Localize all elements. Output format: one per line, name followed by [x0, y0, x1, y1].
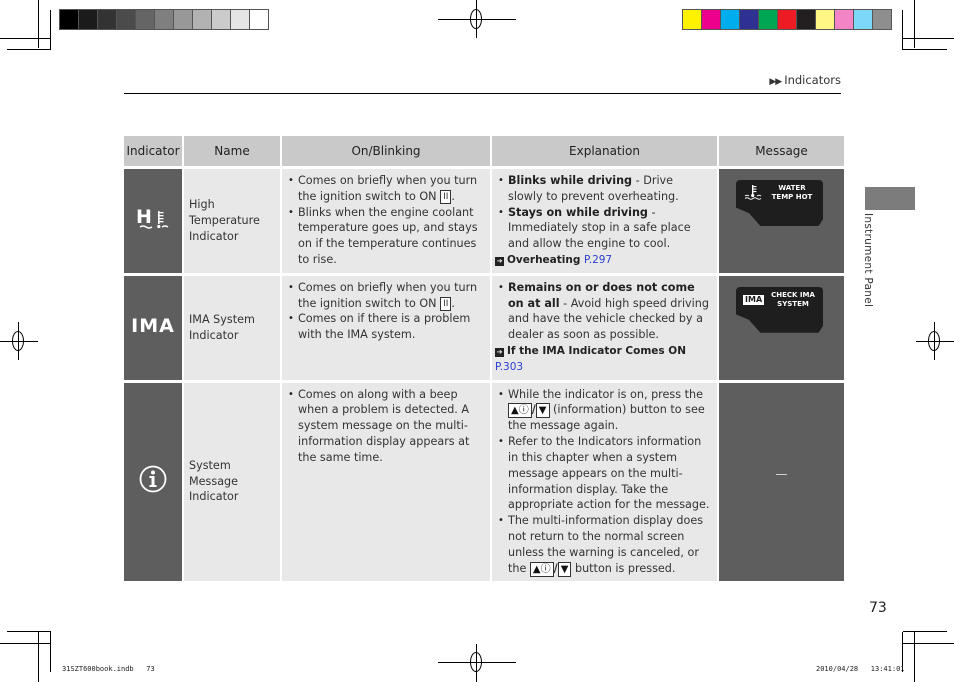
color-swatch	[873, 10, 891, 29]
header-rule	[124, 93, 841, 94]
indicator-cell: H	[124, 169, 182, 273]
breadcrumb-label[interactable]: Indicators	[784, 73, 841, 87]
list-item: Comes on briefly when you turn the ignit…	[285, 173, 484, 205]
message-cell: WATER TEMP HOT	[719, 169, 844, 273]
color-swatch	[174, 10, 192, 29]
svg-text:H: H	[136, 206, 152, 228]
water-temp-hot-message: WATER TEMP HOT	[736, 180, 823, 226]
indicator-name: IMA System Indicator	[184, 275, 280, 380]
down-button-icon: ▼	[557, 561, 572, 577]
indicator-cell	[124, 382, 182, 581]
page-link[interactable]: P.303	[495, 361, 523, 373]
info-icon	[138, 465, 168, 497]
color-swatch	[212, 10, 230, 29]
indicators-table: Indicator Name On/Blinking Explanation M…	[122, 133, 846, 584]
list-item: Blinks when the engine coolant temperatu…	[285, 205, 484, 268]
color-swatch	[778, 10, 796, 29]
on-blinking-cell: Comes on along with a beep when a proble…	[282, 382, 490, 581]
page-number: 73	[869, 600, 887, 616]
color-swatch	[136, 10, 154, 29]
column-header-message: Message	[719, 136, 844, 166]
breadcrumb-arrows-icon: ▶▶	[769, 77, 782, 87]
color-swatch	[702, 10, 720, 29]
color-swatch	[816, 10, 834, 29]
ignition-on-key-icon: II	[440, 189, 452, 204]
column-header-name: Name	[184, 136, 280, 166]
color-swatch	[231, 10, 249, 29]
on-blinking-cell: Comes on briefly when you turn the ignit…	[282, 275, 490, 380]
grayscale-bar	[59, 9, 269, 30]
info-up-button-icon: ▲ⓘ	[508, 403, 532, 419]
color-swatch	[60, 10, 78, 29]
breadcrumb: ▶▶ Indicators	[769, 73, 841, 87]
ima-badge-icon: IMA	[743, 294, 765, 305]
message-line: CHECK IMA	[771, 290, 815, 299]
explanation-cell: Remains on or does not come on at all - …	[492, 275, 717, 380]
water-temp-icon	[744, 184, 762, 203]
color-swatch	[835, 10, 853, 29]
color-swatch	[79, 10, 97, 29]
message-line: SYSTEM	[777, 299, 809, 308]
column-header-explanation: Explanation	[492, 136, 717, 166]
column-header-indicator: Indicator	[124, 136, 182, 166]
list-item: While the indicator is on, press the ▲ⓘ/…	[495, 387, 711, 435]
ima-indicator-reference-link[interactable]: ➔ If the IMA Indicator Comes ON P.303	[495, 344, 711, 376]
check-ima-system-message: IMA CHECK IMA SYSTEM	[736, 286, 823, 333]
list-item: Blinks while driving - Drive slowly to p…	[495, 173, 711, 205]
high-temperature-icon: H	[135, 206, 171, 235]
explanation-cell: Blinks while driving - Drive slowly to p…	[492, 169, 717, 273]
reference-arrow-icon: ➔	[495, 256, 504, 266]
message-cell: IMA CHECK IMA SYSTEM	[719, 275, 844, 380]
color-swatch	[250, 10, 268, 29]
chapter-tab[interactable]	[865, 187, 915, 210]
ima-icon: IMA	[131, 314, 175, 337]
chapter-tab-label[interactable]: Instrument Panel	[862, 213, 874, 307]
color-swatch	[759, 10, 777, 29]
indicator-name: High Temperature Indicator	[184, 169, 280, 273]
color-swatch	[740, 10, 758, 29]
no-message-dash: —	[775, 466, 788, 481]
list-item: Stays on while driving - Immediately sto…	[495, 205, 711, 252]
column-header-on-blinking: On/Blinking	[282, 136, 490, 166]
list-item: The multi-information display does not r…	[495, 513, 711, 577]
indicator-cell: IMA	[124, 275, 182, 380]
list-item: Remains on or does not come on at all - …	[495, 280, 711, 343]
table-row: System Message Indicator Comes on along …	[124, 382, 844, 581]
reference-arrow-icon: ➔	[495, 347, 504, 357]
message-cell: —	[719, 382, 844, 581]
color-swatch	[155, 10, 173, 29]
color-swatch	[683, 10, 701, 29]
page-link[interactable]: P.297	[584, 254, 612, 266]
color-swatch	[797, 10, 815, 29]
list-item: Refer to the Indicators information in t…	[495, 434, 711, 513]
color-swatch	[854, 10, 872, 29]
color-bar	[682, 9, 892, 30]
indicator-name: System Message Indicator	[184, 382, 280, 581]
explanation-cell: While the indicator is on, press the ▲ⓘ/…	[492, 382, 717, 581]
message-line: WATER	[778, 184, 806, 192]
ignition-on-key-icon: II	[440, 296, 452, 311]
overheating-reference-link[interactable]: ➔ Overheating P.297	[495, 253, 711, 269]
list-item: Comes on along with a beep when a proble…	[285, 387, 484, 466]
color-swatch	[721, 10, 739, 29]
message-line: TEMP HOT	[771, 193, 813, 201]
on-blinking-cell: Comes on briefly when you turn the ignit…	[282, 169, 490, 273]
color-swatch	[98, 10, 116, 29]
color-swatch	[117, 10, 135, 29]
list-item: Comes on briefly when you turn the ignit…	[285, 280, 484, 312]
down-button-icon: ▼	[535, 403, 550, 419]
table-header-row: Indicator Name On/Blinking Explanation M…	[124, 136, 844, 166]
color-swatch	[193, 10, 211, 29]
info-up-button-icon: ▲ⓘ	[529, 561, 554, 577]
footer-file-info: 31SZT600book.indb 73	[62, 665, 155, 673]
table-row: H High Temperature Indicator Comes on br…	[124, 169, 844, 273]
list-item: Comes on if there is a problem with the …	[285, 311, 484, 343]
table-row: IMA IMA System Indicator Comes on briefl…	[124, 275, 844, 380]
footer-timestamp: 2010/04/28 13:41:01	[816, 665, 905, 673]
